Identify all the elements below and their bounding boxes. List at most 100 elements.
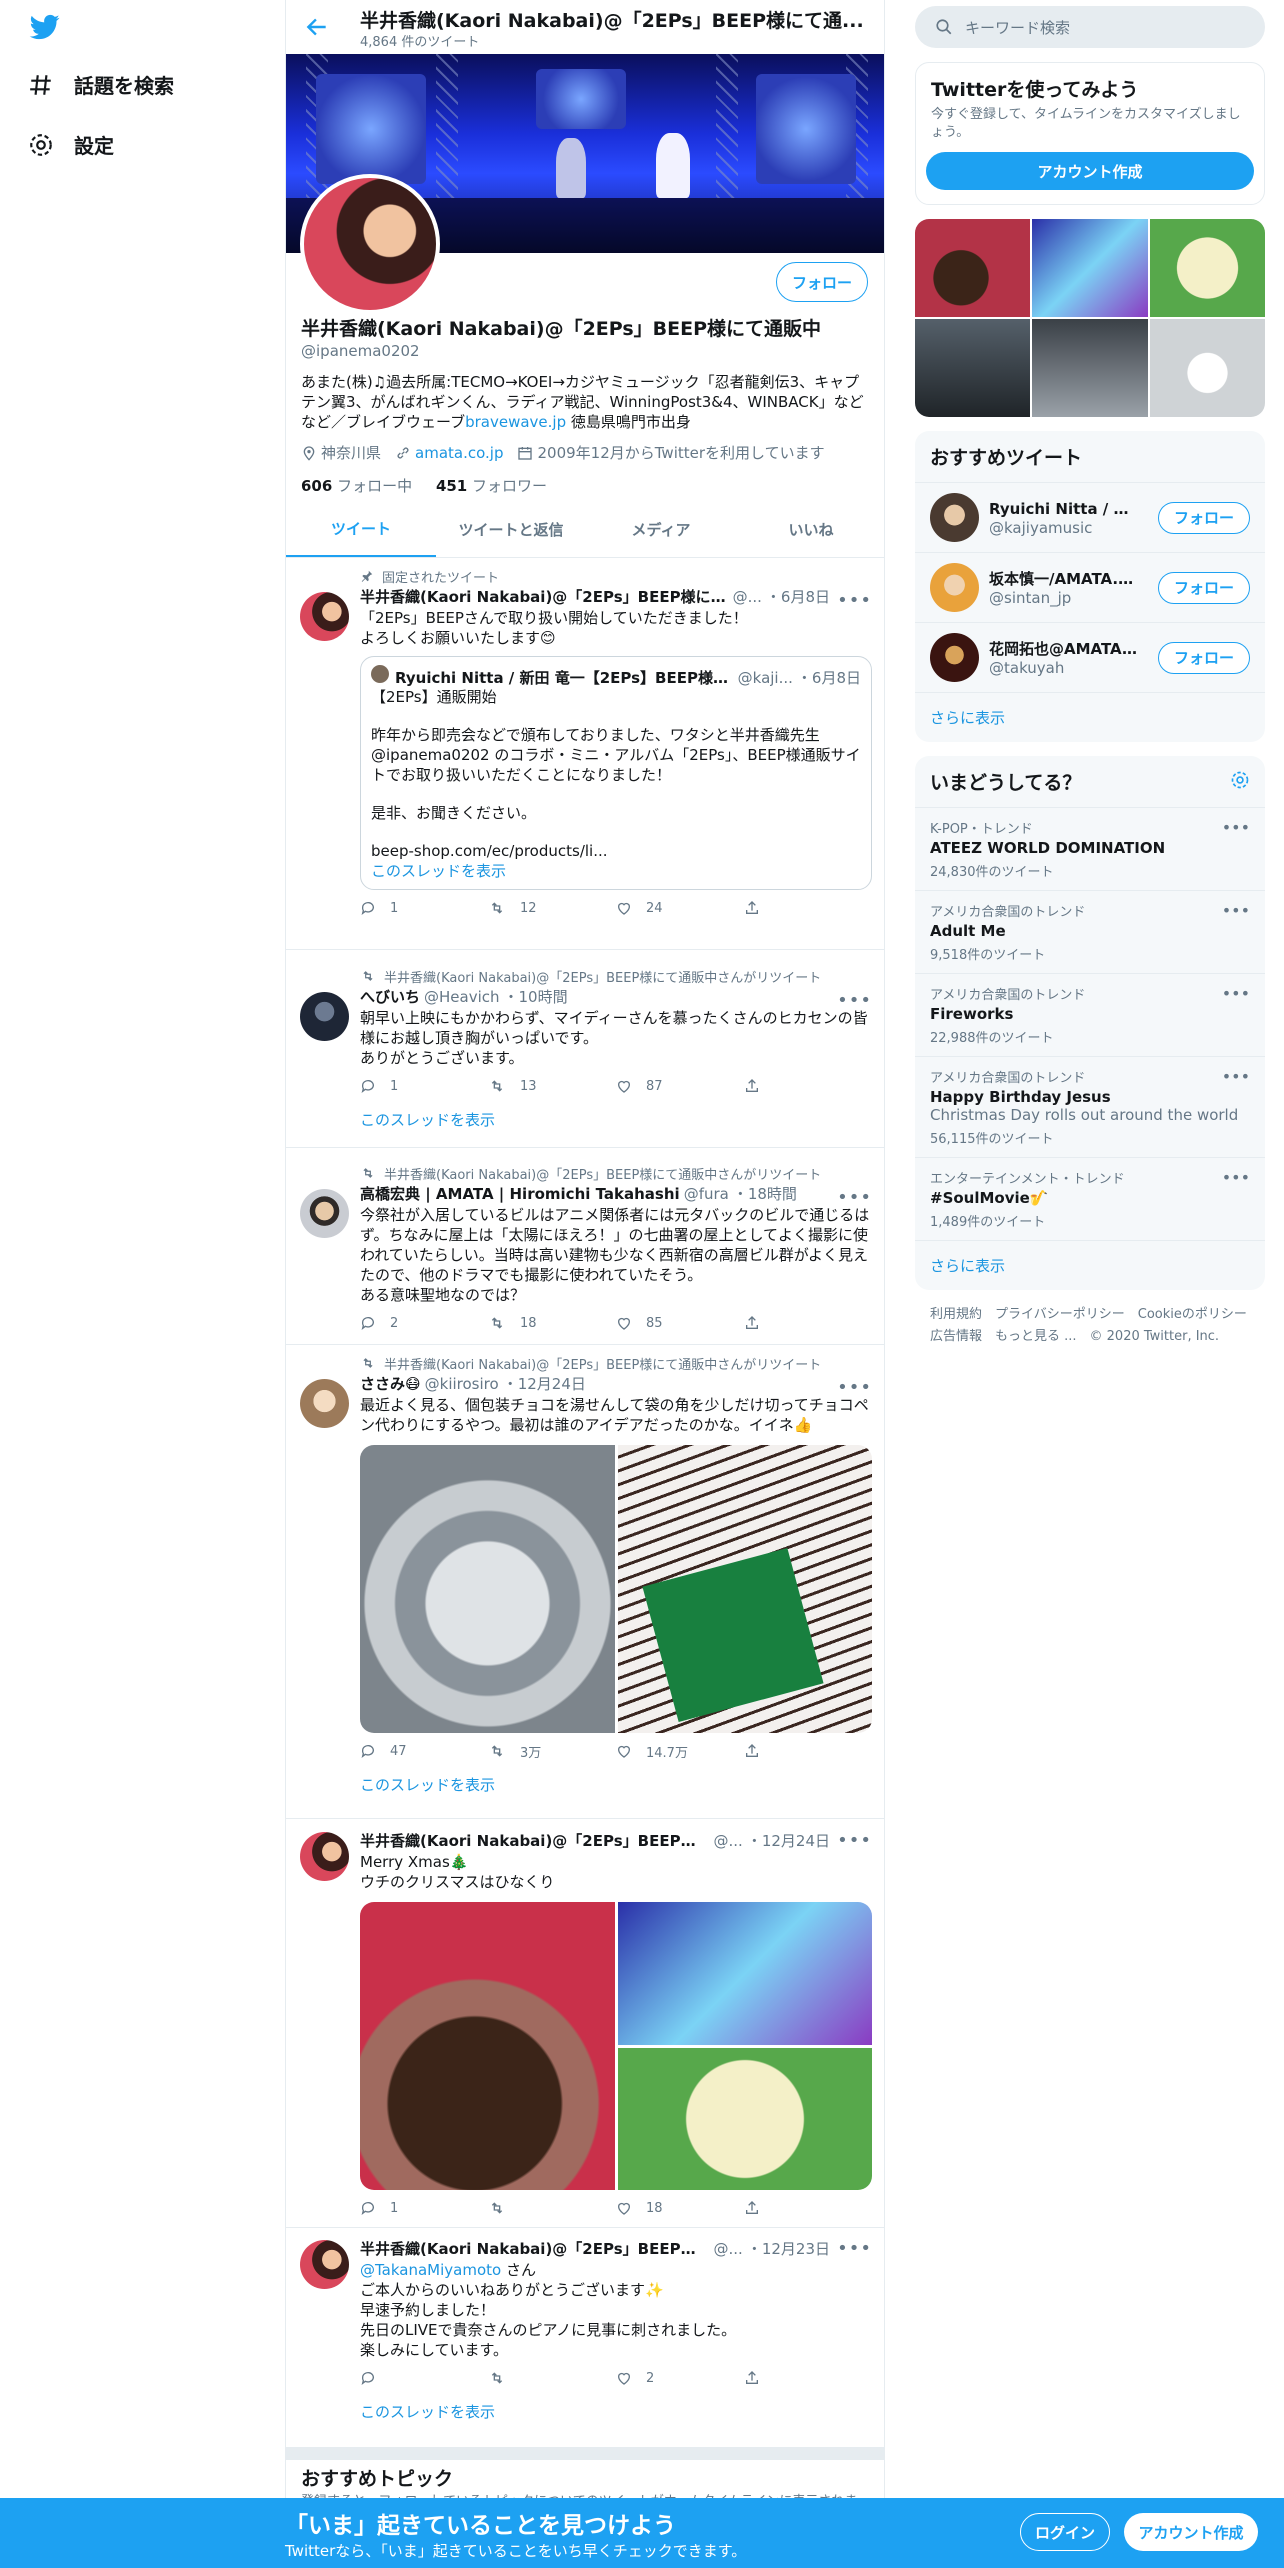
more-icon[interactable]: •••: [1222, 1067, 1250, 1086]
tweet-author[interactable]: ささみ😷 @kiirosiro ・12月24日: [360, 1373, 872, 1395]
show-more-link[interactable]: さらに表示: [915, 692, 1265, 742]
tweet[interactable]: ••• 半井香織(Kaori Nakabai)@「2EPs」BEEP様にて通販中…: [286, 2230, 884, 2448]
more-icon[interactable]: •••: [1222, 1168, 1250, 1187]
follow-button[interactable]: フォロー: [1158, 641, 1250, 674]
reply-button[interactable]: 47: [360, 1743, 488, 1759]
like-button[interactable]: 18: [616, 2200, 744, 2216]
retweet-button[interactable]: 12: [488, 900, 616, 916]
trend-item[interactable]: ••• アメリカ合衆国のトレンド Happy Birthday Jesus Chris…: [915, 1056, 1265, 1157]
media-thumb[interactable]: [1149, 319, 1265, 417]
gear-icon[interactable]: [1230, 770, 1250, 790]
share-button[interactable]: [744, 2200, 872, 2216]
reply-button[interactable]: [360, 2370, 488, 2386]
trend-item[interactable]: ••• アメリカ合衆国のトレンド Fireworks 22,988件のツイート: [915, 973, 1265, 1056]
recommended-user[interactable]: 坂本慎一/AMATA.伯... @sintan_jp フォロー: [915, 552, 1265, 622]
tweet-author[interactable]: 半井香織(Kaori Nakabai)@「2EPs」BEEP様にて通販中@...…: [360, 586, 830, 608]
avatar[interactable]: [300, 1379, 349, 1428]
trend-item[interactable]: ••• エンターテインメント・トレンド #SoulMovie🎷 1,489件のツイート: [915, 1157, 1265, 1240]
follow-button[interactable]: フォロー: [1158, 571, 1250, 604]
more-icon[interactable]: •••: [837, 1187, 872, 1208]
mention-link[interactable]: @TakanaMiyamoto: [360, 2261, 501, 2279]
more-icon[interactable]: •••: [1222, 984, 1250, 1003]
search-input[interactable]: キーワード検索: [915, 6, 1265, 48]
avatar[interactable]: [930, 633, 979, 682]
photo-welcome-card[interactable]: [617, 2047, 872, 2190]
recommended-user[interactable]: Ryuichi Nitta / 新田 ...@kajiyamusic フォロー: [915, 482, 1265, 552]
avatar[interactable]: [300, 1832, 349, 1881]
tweet-author[interactable]: へびいち @Heavich ・10時間: [360, 986, 872, 1008]
media-thumb[interactable]: [1149, 219, 1265, 317]
profile-avatar[interactable]: [300, 174, 440, 314]
like-button[interactable]: 14.7万: [616, 1742, 744, 1761]
reply-button[interactable]: 1: [360, 2200, 488, 2216]
tweet-author[interactable]: 高橋宏典 | AMATA | Hiromichi Takahashi @fura ・…: [360, 1183, 872, 1205]
back-arrow-icon[interactable]: [304, 14, 330, 40]
quote-link[interactable]: beep-shop.com/ec/products/li...: [371, 841, 861, 861]
share-button[interactable]: [744, 1078, 872, 1094]
tab-media[interactable]: メディア: [586, 502, 736, 557]
photo-card-castle[interactable]: [617, 1902, 872, 2045]
share-button[interactable]: [744, 900, 872, 916]
reply-button[interactable]: 1: [360, 900, 488, 916]
signup-button[interactable]: アカウント作成: [1124, 2513, 1258, 2551]
media-thumb[interactable]: [1032, 219, 1148, 317]
like-button[interactable]: 85: [616, 1315, 744, 1331]
trend-item[interactable]: ••• アメリカ合衆国のトレンド Adult Me 9,518件のツイート: [915, 890, 1265, 973]
photo-pot[interactable]: [360, 1445, 615, 1733]
tweet[interactable]: ••• 半井香織(Kaori Nakabai)@「2EPs」BEEP様にて通販中…: [286, 1822, 884, 2228]
like-button[interactable]: 2: [616, 2370, 744, 2386]
share-button[interactable]: [744, 1743, 872, 1759]
share-button[interactable]: [744, 1315, 872, 1331]
bio-link[interactable]: bravewave.jp: [465, 413, 566, 431]
profile-url[interactable]: amata.co.jp: [395, 444, 503, 462]
retweet-button[interactable]: [488, 2200, 616, 2216]
login-button[interactable]: ログイン: [1020, 2513, 1110, 2551]
show-thread-link[interactable]: このスレッドを表示: [360, 1769, 872, 1799]
retweet-button[interactable]: 13: [488, 1078, 616, 1094]
tweet-pinned[interactable]: 固定されたツイート ••• 半井香織(Kaori Nakabai)@「2EPs」…: [286, 558, 884, 950]
tweet-media[interactable]: [360, 1445, 872, 1733]
avatar[interactable]: [930, 563, 979, 612]
more-icon[interactable]: •••: [837, 2238, 872, 2259]
follow-button[interactable]: フォロー: [776, 262, 868, 302]
avatar[interactable]: [300, 592, 349, 641]
photo-cake[interactable]: [360, 1902, 615, 2190]
tab-tweets-replies[interactable]: ツイートと返信: [436, 502, 586, 557]
more-icon[interactable]: •••: [837, 1377, 872, 1398]
twitter-logo-icon[interactable]: [28, 12, 62, 42]
avatar[interactable]: [300, 2240, 349, 2289]
tweet-author[interactable]: 半井香織(Kaori Nakabai)@「2EPs」BEEP様にて通販中@...…: [360, 2238, 830, 2260]
quote-tweet[interactable]: Ryuichi Nitta / 新田 竜一【2EPs】BEEP様にて通販中@ka…: [360, 656, 872, 890]
tab-tweets[interactable]: ツイート: [286, 502, 436, 557]
like-button[interactable]: 24: [616, 900, 744, 916]
like-button[interactable]: 87: [616, 1078, 744, 1094]
reply-button[interactable]: 1: [360, 1078, 488, 1094]
photo-chocolate[interactable]: [617, 1445, 872, 1733]
followers-link[interactable]: 451 フォロワー: [436, 477, 547, 495]
avatar[interactable]: [300, 992, 349, 1041]
media-thumb[interactable]: [1032, 319, 1148, 417]
retweet-button[interactable]: 3万: [488, 1742, 616, 1761]
tweet-author[interactable]: 半井香織(Kaori Nakabai)@「2EPs」BEEP様にて通販中@...…: [360, 1830, 830, 1852]
media-thumb[interactable]: [915, 319, 1031, 417]
more-icon[interactable]: •••: [837, 590, 872, 611]
retweet-button[interactable]: 18: [488, 1315, 616, 1331]
recommended-user[interactable]: 花岡拓也@AMATA.伯...@takuyah フォロー: [915, 622, 1265, 692]
share-button[interactable]: [744, 2370, 872, 2386]
more-icon[interactable]: •••: [837, 990, 872, 1011]
nav-explore[interactable]: 話題を検索: [28, 70, 174, 99]
footer-links[interactable]: 利用規約 プライバシーポリシー Cookieのポリシー 広告情報 もっと見る .…: [915, 1290, 1265, 1362]
quote-show-thread[interactable]: このスレッドを表示: [371, 861, 861, 881]
more-icon[interactable]: •••: [1222, 818, 1250, 837]
signup-button[interactable]: アカウント作成: [926, 152, 1254, 190]
show-thread-link[interactable]: このスレッドを表示: [360, 2396, 872, 2426]
more-icon[interactable]: •••: [837, 1830, 872, 1851]
avatar[interactable]: [300, 1189, 349, 1238]
more-icon[interactable]: •••: [1222, 901, 1250, 920]
tweet-retweet[interactable]: 半井香織(Kaori Nakabai)@「2EPs」BEEP様にて通販中さんがリ…: [286, 1345, 884, 1819]
show-thread-link[interactable]: このスレッドを表示: [360, 1104, 872, 1134]
follow-button[interactable]: フォロー: [1158, 501, 1250, 534]
show-more-link[interactable]: さらに表示: [915, 1240, 1265, 1290]
reply-button[interactable]: 2: [360, 1315, 488, 1331]
tab-likes[interactable]: いいね: [736, 502, 884, 557]
